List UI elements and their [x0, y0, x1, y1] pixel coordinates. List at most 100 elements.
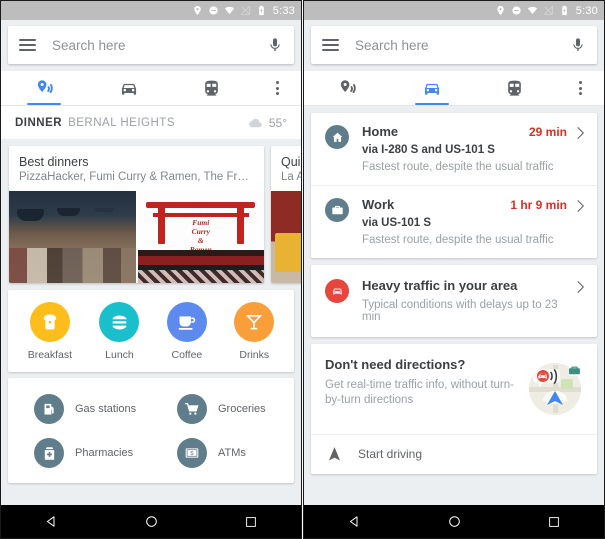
hamburger-menu-icon[interactable]: [322, 39, 339, 51]
temperature-label: 55°: [268, 115, 287, 130]
microphone-icon[interactable]: [570, 35, 586, 55]
dinner-header: DINNER BERNAL HEIGHTS 55°: [1, 106, 301, 139]
category-breakfast[interactable]: Breakfast: [28, 302, 72, 361]
route-name: Work: [362, 197, 395, 212]
signal-off-icon: [240, 5, 250, 15]
route-row-work[interactable]: Work 1 hr 9 min via US-101 S Fastest rou…: [311, 185, 597, 258]
tab-explore[interactable]: [1, 71, 88, 105]
location-pin-icon: [194, 5, 201, 16]
wifi-icon: [527, 6, 537, 15]
route-via: via US-101 S: [362, 217, 432, 229]
nearby-places-grid: Gas stations Groceries Pharmacies $ ATMs: [8, 378, 294, 483]
android-nav-bar-left: [1, 505, 301, 538]
wifi-icon: [224, 6, 234, 15]
home-icon: [325, 125, 349, 149]
traffic-alert-row[interactable]: Heavy traffic in your area Typical condi…: [311, 265, 597, 337]
route-row-home[interactable]: Home 29 min via I-280 S and US-101 S Fas…: [311, 113, 597, 185]
route-details: Work 1 hr 9 min via US-101 S Fastest rou…: [349, 197, 573, 246]
place-row: Pharmacies $ ATMs: [8, 431, 294, 475]
promo-row: Don't need directions? Get real-time tra…: [311, 344, 597, 434]
money-bill-icon: $: [177, 438, 207, 468]
poi-photo-strip: [271, 191, 301, 283]
category-label: Lunch: [105, 349, 134, 361]
poi-title: Best dinners: [19, 155, 89, 169]
traffic-alert-card[interactable]: Heavy traffic in your area Typical condi…: [311, 265, 597, 337]
explore-pin-icon: [340, 79, 356, 93]
recents-square-icon[interactable]: [231, 515, 271, 529]
poi-subtitle: PizzaHacker, Fumi Curry & Ramen, The Fro…: [19, 171, 263, 183]
poi-title: Quick: [281, 155, 301, 169]
tab-transit[interactable]: [473, 71, 556, 105]
route-duration: 1 hr 9 min: [510, 198, 567, 212]
car-icon: [121, 83, 137, 95]
weather-widget: 55°: [246, 116, 287, 130]
route-header: Home 29 min: [362, 124, 567, 139]
place-pharmacies[interactable]: Pharmacies: [8, 431, 151, 475]
place-label: ATMs: [218, 447, 246, 459]
overflow-menu-icon: [578, 81, 582, 95]
train-icon: [205, 80, 219, 96]
tab-driving[interactable]: [391, 71, 474, 105]
route-details: Home 29 min via I-280 S and US-101 S Fas…: [349, 124, 573, 173]
search-input[interactable]: [36, 37, 267, 53]
category-lunch[interactable]: Lunch: [99, 302, 140, 361]
back-triangle-icon[interactable]: [334, 514, 374, 529]
home-circle-icon[interactable]: [434, 514, 474, 529]
route-note: Fastest route, despite the usual traffic: [362, 234, 554, 246]
driving-content: Home 29 min via I-280 S and US-101 S Fas…: [304, 106, 604, 505]
poi-card-quick[interactable]: Quick La Alt: [271, 146, 301, 283]
microphone-icon[interactable]: [267, 35, 283, 55]
category-drinks[interactable]: Drinks: [234, 302, 275, 361]
status-bar-right: 5:30: [304, 1, 604, 20]
chevron-right-icon: [577, 127, 585, 139]
android-nav-bar-right: [304, 505, 604, 538]
fumi-sign-text: FumiCurry&Ramen: [190, 218, 212, 254]
poi-photo-strip: FumiCurry&Ramen: [9, 191, 264, 283]
explore-pin-icon: [37, 79, 53, 93]
home-circle-icon[interactable]: [131, 514, 171, 529]
route-header: Work 1 hr 9 min: [362, 197, 567, 212]
photo-restaurant-interior: [9, 191, 136, 283]
promo-text: Don't need directions? Get real-time tra…: [325, 357, 523, 408]
neighborhood-label: BERNAL HEIGHTS: [68, 116, 175, 129]
dinner-header-text: DINNER BERNAL HEIGHTS: [15, 117, 175, 129]
route-duration: 29 min: [528, 125, 567, 139]
search-bar-container-right: [304, 20, 604, 71]
place-row: Gas stations Groceries: [8, 387, 294, 431]
tab-overflow-menu[interactable]: [556, 71, 604, 105]
poi-card-best-dinners[interactable]: Best dinners PizzaHacker, Fumi Curry & R…: [9, 146, 264, 283]
hamburger-menu-icon[interactable]: [19, 39, 36, 51]
start-driving-row[interactable]: Start driving: [311, 434, 597, 474]
status-bar-left: 5:33: [1, 1, 301, 20]
traffic-details: Heavy traffic in your area Typical condi…: [349, 278, 573, 323]
recents-square-icon[interactable]: [534, 515, 574, 529]
start-driving-label: Start driving: [358, 447, 423, 461]
driving-mode-promo-card: Don't need directions? Get real-time tra…: [311, 344, 597, 474]
battery-icon: [561, 5, 567, 16]
phone-screen-driving: 5:30 Search here Home 29 min via I-280 S…: [303, 0, 605, 539]
traffic-title: Heavy traffic in your area: [362, 278, 518, 293]
dinner-carousel[interactable]: Best dinners PizzaHacker, Fumi Curry & R…: [1, 139, 301, 290]
back-triangle-icon[interactable]: [31, 514, 71, 529]
route-note: Fastest route, despite the usual traffic: [362, 161, 554, 173]
search-bar-right[interactable]: [311, 26, 597, 64]
poi-subtitle: La Alt: [281, 171, 301, 183]
search-bar-left[interactable]: [8, 26, 294, 64]
tab-transit[interactable]: [170, 71, 253, 105]
location-pin-icon: [497, 5, 504, 16]
tab-driving[interactable]: [88, 71, 171, 105]
navigation-map-illustration: [529, 363, 581, 415]
place-gas-stations[interactable]: Gas stations: [8, 387, 151, 431]
car-icon: [424, 83, 440, 95]
coffee-cup-icon: [166, 302, 207, 342]
status-time: 5:30: [575, 4, 598, 17]
place-groceries[interactable]: Groceries: [151, 387, 294, 431]
tab-explore[interactable]: [304, 71, 391, 105]
search-input[interactable]: [339, 37, 570, 53]
tab-overflow-menu[interactable]: [253, 71, 301, 105]
category-coffee[interactable]: Coffee: [166, 302, 207, 361]
place-atms[interactable]: $ ATMs: [151, 431, 294, 475]
do-not-disturb-icon: [209, 6, 218, 15]
route-name: Home: [362, 124, 399, 139]
overflow-menu-icon: [275, 81, 279, 95]
